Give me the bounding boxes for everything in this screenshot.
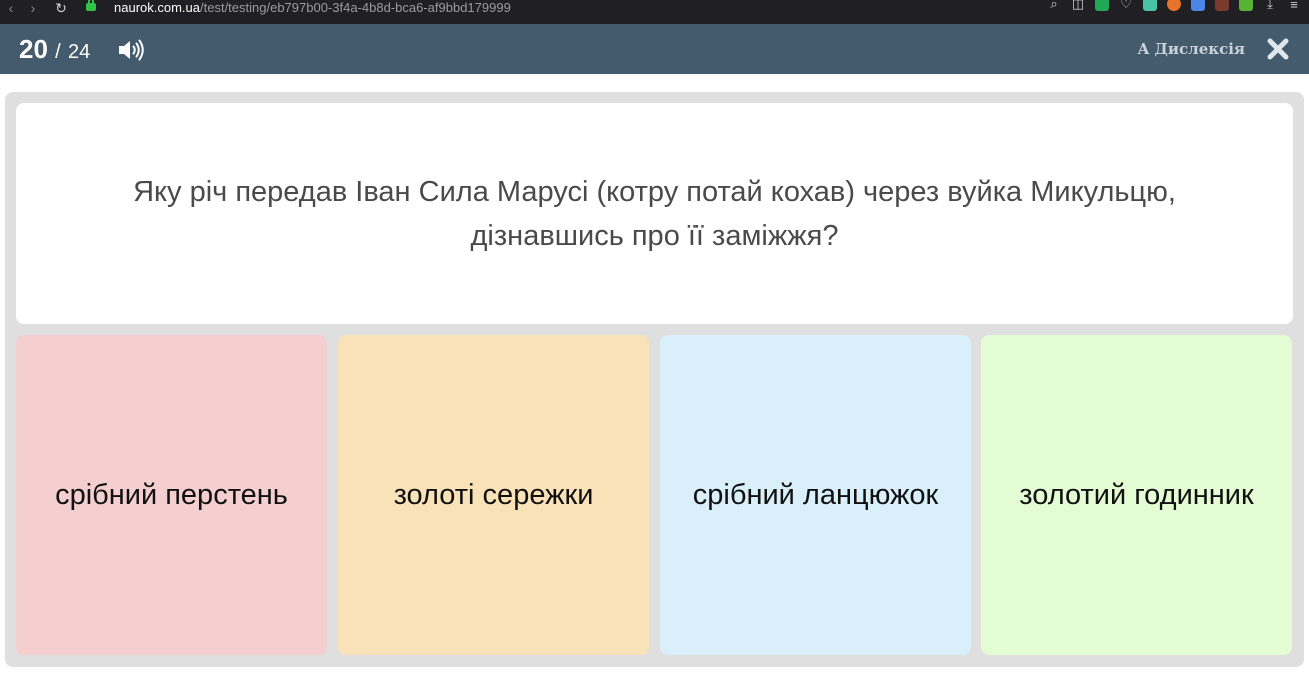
close-button[interactable]: [1267, 38, 1289, 60]
current-question-number: 20: [19, 34, 48, 64]
download-extension-icon[interactable]: [1239, 0, 1253, 11]
extension-icons: ⌕ ◫ ♡ ⤓ ≡: [1047, 0, 1301, 16]
total-questions: 24: [67, 41, 91, 63]
answer-option-3[interactable]: срібний ланцюжок: [660, 335, 971, 655]
answer-label: срібний перстень: [55, 478, 288, 511]
sound-button[interactable]: [117, 38, 147, 62]
zoom-icon[interactable]: ⌕: [1047, 0, 1061, 12]
dyslexia-label: Дислексія: [1154, 40, 1245, 58]
question-text: Яку річ передав Іван Сила Марусі (котру …: [133, 175, 1176, 252]
close-icon: [1267, 38, 1289, 60]
forward-arrow-icon[interactable]: ›: [22, 1, 44, 15]
answer-label: золотий годинник: [1019, 478, 1254, 511]
extension-teal-icon[interactable]: [1143, 0, 1157, 11]
dyslexia-button[interactable]: A Дислексія: [1138, 40, 1245, 58]
url-path: /test/testing/eb797b00-3f4a-4b8d-bca6-af…: [200, 0, 511, 15]
answer-option-1[interactable]: срібний перстень: [16, 335, 327, 655]
shield-extension-icon[interactable]: [1095, 0, 1109, 11]
browser-toolbar: ‹ › ↻ naurok.com.ua/test/testing/eb797b0…: [0, 0, 1309, 24]
extension-brown-icon[interactable]: [1215, 0, 1229, 11]
speaker-icon: [119, 39, 144, 61]
answer-option-2[interactable]: золоті сережки: [338, 335, 649, 655]
back-arrow-icon[interactable]: ‹: [0, 1, 22, 15]
menu-icon[interactable]: ≡: [1287, 0, 1301, 12]
counter-separator: /: [55, 41, 61, 63]
question-card: Яку річ передав Іван Сила Марусі (котру …: [16, 103, 1293, 324]
answer-label: срібний ланцюжок: [692, 478, 939, 511]
answer-label: золоті сережки: [393, 478, 594, 511]
lock-icon: [86, 0, 96, 11]
dyslexia-icon: A: [1137, 40, 1150, 58]
translate-extension-icon[interactable]: [1191, 0, 1205, 11]
extension-orange-icon[interactable]: [1167, 0, 1181, 11]
quiz-stage: Яку річ передав Іван Сила Марусі (котру …: [5, 92, 1304, 667]
url-host: naurok.com.ua: [114, 0, 200, 15]
answer-option-4[interactable]: золотий годинник: [981, 335, 1292, 655]
downloads-icon[interactable]: ⤓: [1263, 0, 1277, 12]
camera-icon[interactable]: ◫: [1071, 0, 1085, 12]
quiz-header: 20 / 24 A Дислексія: [0, 24, 1309, 74]
reload-icon[interactable]: ↻: [50, 1, 72, 15]
question-counter: 20 / 24: [19, 35, 90, 66]
heart-icon[interactable]: ♡: [1119, 0, 1133, 12]
address-bar[interactable]: naurok.com.ua/test/testing/eb797b00-3f4a…: [86, 0, 511, 15]
